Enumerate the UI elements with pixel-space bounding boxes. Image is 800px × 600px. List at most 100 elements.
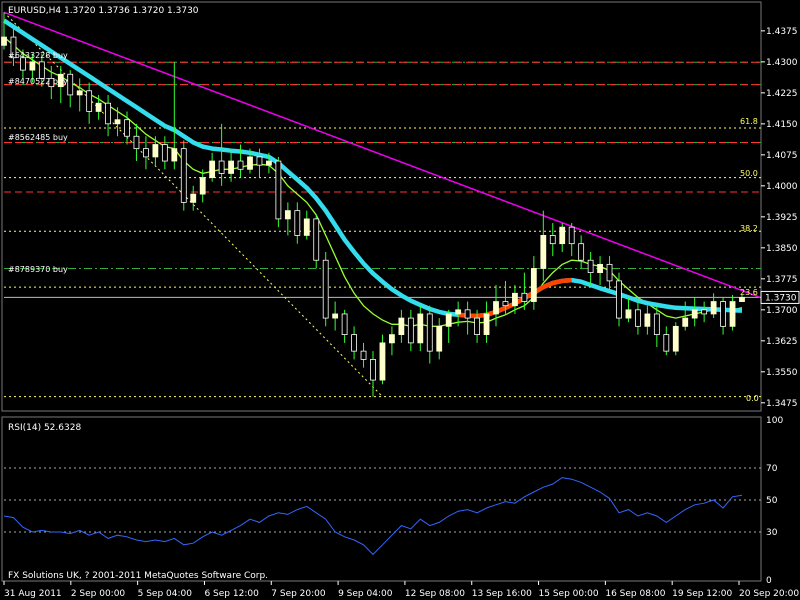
y-tick-label: 1.4150: [766, 120, 798, 130]
candle-body: [739, 297, 745, 302]
x-tick-label: 20 Sep 20:00: [739, 589, 799, 599]
y-tick-label: 1.3475: [766, 399, 798, 409]
candle-body: [124, 119, 130, 137]
copyright-text: FX Solutions UK, ? 2001-2011 MetaQuotes …: [8, 571, 268, 581]
candle-body: [275, 160, 282, 220]
candle-body: [95, 102, 102, 112]
candle-body: [237, 160, 244, 170]
x-tick-label: 5 Sep 04:00: [138, 589, 193, 599]
candle-body: [218, 160, 225, 174]
candle-body: [502, 301, 509, 307]
candle-body: [180, 148, 187, 203]
x-tick-label: 19 Sep 12:00: [672, 589, 732, 599]
fib-label: 50.0: [740, 169, 758, 178]
candle-body: [606, 263, 613, 282]
candle-body: [455, 309, 462, 315]
y-tick-label: 1.3700: [766, 306, 798, 316]
candle-body: [199, 177, 206, 195]
candle-body: [682, 317, 689, 327]
candle-body: [313, 218, 320, 261]
y-tick-label: 1.4300: [766, 58, 798, 68]
candle-body: [729, 301, 736, 327]
candle-body: [105, 102, 111, 125]
order-label[interactable]: #8562485 buy: [8, 133, 68, 142]
y-tick-label: 1.4075: [766, 151, 798, 161]
rsi-tick-label: 100: [766, 416, 783, 426]
candle-body: [426, 313, 433, 352]
rsi-label: RSI(14) 52.6328: [8, 423, 81, 433]
candle-body: [568, 226, 575, 245]
candle-body: [436, 325, 443, 352]
candle-body: [578, 243, 585, 261]
candle-body: [493, 301, 499, 315]
order-label[interactable]: #8789370 buy: [8, 265, 68, 274]
candle-body: [152, 144, 159, 158]
order-label[interactable]: #8470522 buy: [8, 77, 68, 86]
candle-body: [351, 334, 357, 352]
candle-body: [332, 313, 339, 319]
x-tick-label: 2 Sep 00:00: [71, 589, 126, 599]
fib-label: 61.8: [740, 117, 758, 126]
rsi-tick-label: 50: [766, 496, 778, 506]
candle-body: [171, 148, 178, 162]
candle-body: [284, 210, 291, 220]
candle-body: [663, 334, 670, 352]
candle-body: [76, 90, 83, 96]
candle-body: [379, 342, 386, 381]
x-tick-label: 31 Aug 2011: [4, 589, 62, 599]
current-price-label: 1.3730: [765, 293, 797, 303]
rsi-tick-label: 0: [766, 576, 772, 586]
candle-body: [521, 292, 528, 302]
rsi-layer: [3, 467, 761, 556]
candles-layer: [1, 12, 745, 397]
y-tick-label: 1.3775: [766, 275, 798, 285]
candle-body: [266, 160, 272, 166]
chart-canvas[interactable]: 1.4375 1.4300 1.4225 1.4150 1.4075 1.4000 1.39…: [0, 0, 800, 600]
y-tick-label: 1.4000: [766, 182, 798, 192]
candle-body: [294, 210, 301, 236]
x-tick-label: 16 Sep 08:00: [605, 589, 665, 599]
candle-body: [616, 280, 622, 319]
candle-body: [445, 313, 452, 327]
candle-body: [653, 313, 660, 336]
candle-body: [530, 268, 537, 302]
candle-body: [228, 160, 234, 174]
candle-body: [549, 235, 556, 245]
candle-body: [303, 218, 310, 236]
rsi-tick-label: 30: [766, 528, 778, 538]
candle-body: [86, 90, 93, 112]
y-tick-label: 1.4225: [766, 89, 798, 99]
candle-body: [587, 259, 594, 274]
candle-body: [644, 313, 651, 327]
y-tick-label: 1.3625: [766, 337, 798, 347]
chart-window[interactable]: 1.4375 1.4300 1.4225 1.4150 1.4075 1.4000 1.39…: [0, 0, 800, 600]
candle-body: [417, 313, 424, 344]
candle-body: [710, 301, 717, 315]
x-tick-label: 6 Sep 12:00: [204, 589, 259, 599]
x-tick-label: 12 Sep 08:00: [405, 589, 465, 599]
candle-body: [597, 263, 603, 274]
candle-body: [672, 325, 679, 352]
candle-body: [322, 259, 329, 319]
candle-body: [341, 313, 348, 336]
candle-body: [114, 119, 121, 125]
candle-body: [161, 144, 168, 162]
candle-body: [209, 160, 216, 178]
candle-body: [464, 309, 471, 319]
x-tick-label: 15 Sep 00:00: [539, 589, 599, 599]
rsi-line: [3, 477, 743, 556]
rsi-tick-label: 70: [766, 464, 778, 474]
candle-body: [389, 334, 395, 344]
order-label[interactable]: #6433228 buy: [8, 51, 68, 60]
y-tick-label: 1.3925: [766, 213, 798, 223]
candle-body: [483, 313, 490, 336]
candle-body: [38, 61, 45, 79]
candle-body: [133, 135, 140, 150]
y-tick-label: 1.3850: [766, 244, 798, 254]
candle-body: [1, 36, 7, 46]
x-tick-label: 7 Sep 20:00: [271, 589, 326, 599]
x-tick-label: 13 Sep 16:00: [472, 589, 532, 599]
candle-body: [407, 317, 414, 344]
candle-body: [625, 309, 632, 319]
candle-body: [256, 156, 263, 166]
